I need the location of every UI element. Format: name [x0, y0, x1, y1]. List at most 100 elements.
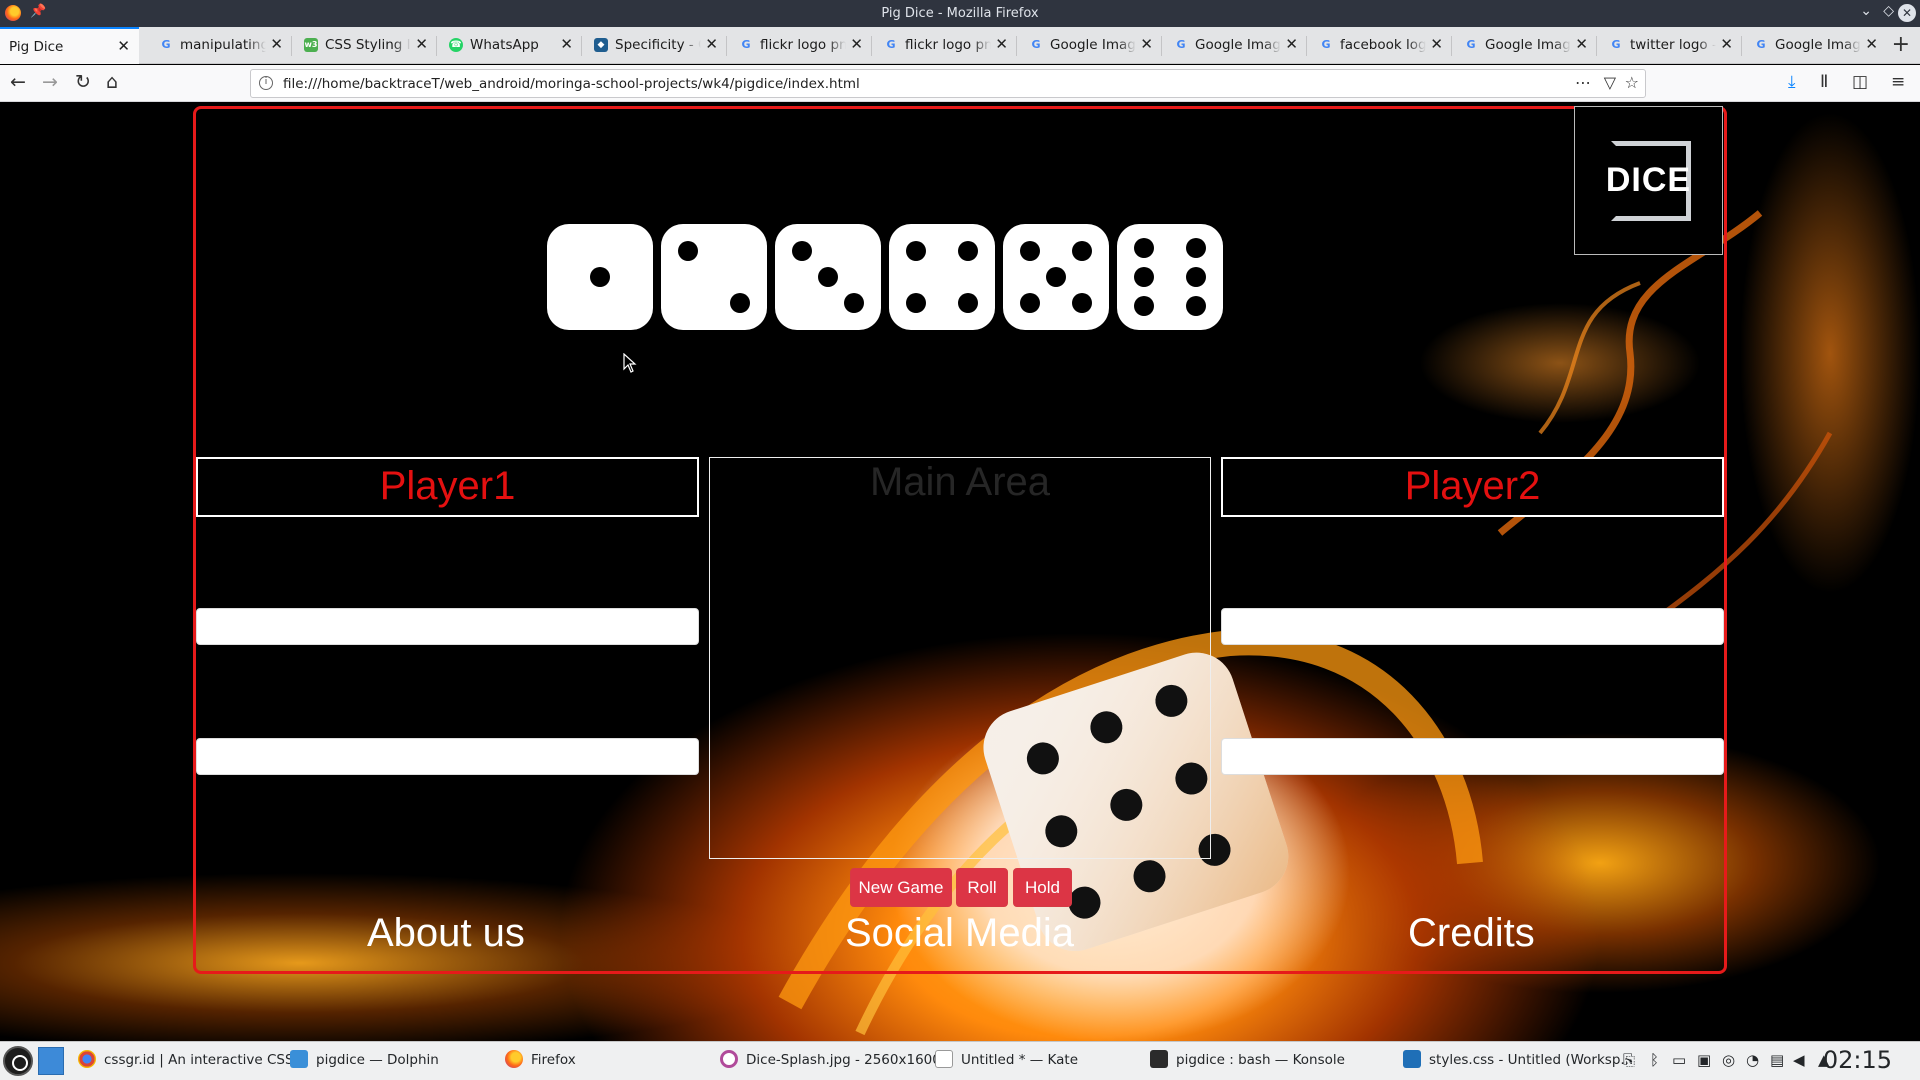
tab-google-images-1[interactable]: G Google Imag ✕: [1017, 27, 1162, 64]
social-media-link[interactable]: Social Media: [845, 911, 1074, 956]
tab-google-images-2[interactable]: G Google Imag ✕: [1162, 27, 1307, 64]
google-icon: G: [1611, 38, 1621, 51]
notes-icon[interactable]: ▤: [1770, 1051, 1784, 1069]
player2-score-field: [1221, 608, 1724, 645]
die-face-2[interactable]: [661, 224, 767, 330]
tab-label: flickr logo pn: [905, 37, 991, 53]
tab-label: WhatsApp: [470, 37, 556, 53]
tab-css-styling[interactable]: w3 CSS Styling Im ✕: [292, 27, 437, 64]
close-tab-icon[interactable]: ✕: [1865, 35, 1878, 53]
tab-label: manipulating: [180, 37, 266, 53]
close-tab-icon[interactable]: ✕: [1285, 35, 1298, 53]
tab-google-images-4[interactable]: G Google Imag ✕: [1742, 27, 1887, 64]
close-tab-icon[interactable]: ✕: [415, 35, 428, 53]
close-tab-icon[interactable]: ✕: [1430, 35, 1443, 53]
tab-google-images-3[interactable]: G Google Imag ✕: [1452, 27, 1597, 64]
update-icon[interactable]: ◎: [1722, 1051, 1735, 1069]
minimize-icon[interactable]: ⌄: [1860, 3, 1872, 19]
folder-icon: [290, 1050, 308, 1068]
whatsapp-icon: ☎: [449, 38, 463, 52]
tab-label: Google Imag: [1050, 37, 1136, 53]
tab-manipulating[interactable]: G manipulating ✕: [147, 27, 292, 64]
chrome-icon: [78, 1050, 96, 1068]
die-face-1[interactable]: [547, 224, 653, 330]
forward-button[interactable]: →: [42, 71, 58, 93]
close-tab-icon[interactable]: ✕: [117, 37, 130, 55]
task-item-konsole[interactable]: pigdice : bash — Konsole: [1150, 1050, 1345, 1068]
window-titlebar: 📌 Pig Dice - Mozilla Firefox ⌄ ◇ ✕: [0, 0, 1920, 27]
google-icon: G: [886, 38, 896, 51]
reload-button[interactable]: ↻: [75, 71, 91, 93]
volume-icon[interactable]: ◀: [1793, 1051, 1805, 1069]
clock[interactable]: 02:15: [1823, 1046, 1892, 1074]
tab-specificity[interactable]: ◆ Specificity - C ✕: [582, 27, 727, 64]
terminal-icon: [1150, 1050, 1168, 1068]
hamburger-menu-icon[interactable]: ≡: [1891, 72, 1905, 92]
downloads-icon[interactable]: ⤓: [1788, 72, 1796, 92]
google-icon: G: [1031, 38, 1041, 51]
close-window-button[interactable]: ✕: [1898, 4, 1916, 22]
tab-twitter-logo[interactable]: G twitter logo - ✕: [1597, 27, 1742, 64]
close-tab-icon[interactable]: ✕: [1140, 35, 1153, 53]
dice-logo[interactable]: DICE: [1574, 106, 1723, 255]
bluetooth-icon[interactable]: ᛒ: [1650, 1051, 1659, 1069]
task-item-image-viewer[interactable]: Dice-Splash.jpg - 2560x1600...: [720, 1050, 954, 1068]
task-item-kate[interactable]: Untitled * — Kate: [935, 1050, 1078, 1068]
wifi-icon[interactable]: ◔: [1746, 1051, 1759, 1069]
task-item-vscode[interactable]: styles.css - Untitled (Worksp...: [1403, 1050, 1633, 1068]
mouse-cursor-icon: [623, 353, 637, 373]
close-tab-icon[interactable]: ✕: [705, 35, 718, 53]
back-button[interactable]: ←: [10, 71, 26, 93]
tab-flickr-logo-1[interactable]: G flickr logo pn ✕: [727, 27, 872, 64]
page-actions-icon[interactable]: ⋯: [1575, 73, 1591, 92]
roll-button[interactable]: Roll: [956, 868, 1008, 907]
bookmark-star-icon[interactable]: ☆: [1625, 73, 1639, 92]
maximize-icon[interactable]: ◇: [1883, 3, 1894, 19]
die-face-4[interactable]: [889, 224, 995, 330]
die-face-3[interactable]: [775, 224, 881, 330]
task-item-firefox[interactable]: Firefox: [505, 1050, 576, 1068]
about-us-link[interactable]: About us: [367, 911, 525, 956]
url-bar[interactable]: i file:///home/backtraceT/web_android/mo…: [250, 69, 1646, 98]
close-tab-icon[interactable]: ✕: [560, 35, 573, 53]
player2-heading: Player2: [1221, 457, 1724, 517]
new-tab-button[interactable]: +: [1892, 32, 1910, 57]
hold-button[interactable]: Hold: [1013, 868, 1072, 907]
clipboard-icon[interactable]: ⎘: [1623, 1051, 1635, 1069]
tab-label: Google Imag: [1195, 37, 1281, 53]
pocket-icon[interactable]: ▽: [1604, 73, 1616, 92]
tab-label: twitter logo -: [1630, 37, 1716, 53]
google-icon: G: [1756, 38, 1766, 51]
battery-icon[interactable]: ▭: [1672, 1051, 1686, 1069]
sidebar-icon[interactable]: ◫: [1852, 72, 1868, 92]
task-item-cssgrid[interactable]: cssgr.id | An interactive CSS...: [78, 1050, 306, 1068]
home-button[interactable]: ⌂: [106, 71, 118, 93]
google-icon: G: [1321, 38, 1331, 51]
close-tab-icon[interactable]: ✕: [270, 35, 283, 53]
tab-facebook-logo[interactable]: G facebook log ✕: [1307, 27, 1452, 64]
task-item-dolphin[interactable]: pigdice — Dolphin: [290, 1050, 439, 1068]
tab-whatsapp[interactable]: ☎ WhatsApp ✕: [437, 27, 582, 64]
app-launcher-icon[interactable]: [3, 1046, 33, 1076]
site-info-icon[interactable]: i: [259, 76, 273, 90]
desktop-pager[interactable]: [38, 1047, 64, 1075]
die-face-6[interactable]: [1117, 224, 1223, 330]
close-tab-icon[interactable]: ✕: [1575, 35, 1588, 53]
credits-link[interactable]: Credits: [1408, 911, 1535, 956]
window-title: Pig Dice - Mozilla Firefox: [881, 6, 1039, 21]
tab-flickr-logo-2[interactable]: G flickr logo pn ✕: [872, 27, 1017, 64]
close-tab-icon[interactable]: ✕: [850, 35, 863, 53]
library-icon[interactable]: Ⅱ: [1820, 72, 1828, 92]
devices-icon[interactable]: ▣: [1697, 1051, 1711, 1069]
tab-label: Specificity - C: [615, 37, 701, 53]
new-game-button[interactable]: New Game: [850, 868, 952, 907]
taskbar: cssgr.id | An interactive CSS... pigdice…: [0, 1041, 1920, 1080]
die-face-5[interactable]: [1003, 224, 1109, 330]
close-tab-icon[interactable]: ✕: [995, 35, 1008, 53]
url-text[interactable]: file:///home/backtraceT/web_android/mori…: [283, 76, 860, 92]
navigation-toolbar: ← → ↻ ⌂ i file:///home/backtraceT/web_an…: [0, 65, 1920, 102]
tab-pig-dice[interactable]: Pig Dice ✕: [0, 27, 139, 64]
tab-strip: Pig Dice ✕ G manipulating ✕ w3 CSS Styli…: [0, 27, 1920, 64]
close-tab-icon[interactable]: ✕: [1720, 35, 1733, 53]
vscode-icon: [1403, 1050, 1421, 1068]
